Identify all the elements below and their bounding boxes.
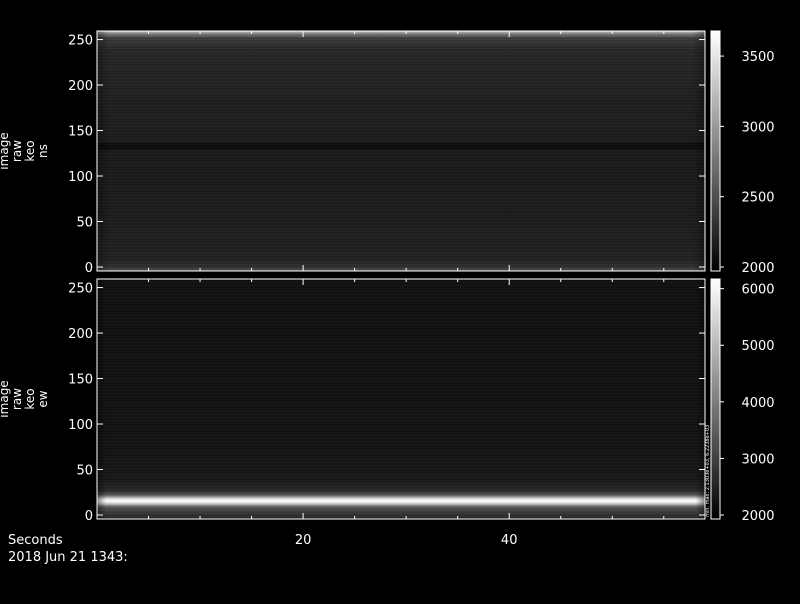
colorbar-tick-label: 2000 xyxy=(741,509,774,524)
y-tick-label: 250 xyxy=(68,34,93,49)
keogram-figure: 050100150200250image raw keo ns200025003000… xyxy=(0,30,775,565)
y-tick-label: 200 xyxy=(68,79,93,94)
colorbar-tick-label: 4000 xyxy=(741,396,774,411)
y-tick-label: 100 xyxy=(68,170,93,185)
y-tick-label: 100 xyxy=(68,418,93,433)
y-tick-label: 250 xyxy=(68,282,93,297)
y-axis-label-word: raw xyxy=(10,388,24,410)
y-axis-label-word: raw xyxy=(10,140,24,162)
y-tick-label: 50 xyxy=(76,216,93,231)
y-tick-label: 0 xyxy=(85,509,93,524)
colorbar-tick-label: 2000 xyxy=(741,261,774,276)
keogram-panel-ew: 050100150200250image raw keo ew200030004000… xyxy=(0,278,775,524)
keogram-edge-shade xyxy=(97,279,705,519)
colorbar-tick-label: 3500 xyxy=(741,50,774,65)
x-axis-label: Seconds xyxy=(8,533,63,548)
colorbar-tick-label: 3000 xyxy=(741,120,774,135)
colorbar-tick-label: 3000 xyxy=(741,452,774,467)
x-tick-label: 40 xyxy=(501,533,518,548)
colorbar xyxy=(710,278,721,520)
x-tick-label: 20 xyxy=(295,533,312,548)
keogram-panel-ns: 050100150200250image raw keo ns200025003000… xyxy=(0,30,775,276)
panels: 050100150200250image raw keo ns200025003000… xyxy=(0,30,775,548)
y-tick-label: 200 xyxy=(68,327,93,342)
y-tick-label: 150 xyxy=(68,125,93,140)
timestamp-label: 2018 Jun 21 1343: xyxy=(8,550,128,565)
colorbar-tick-label: 6000 xyxy=(741,283,774,298)
y-axis-label-word: keo xyxy=(23,388,37,409)
keogram-edge-shade xyxy=(97,31,705,271)
colorbar xyxy=(710,30,721,272)
y-tick-label: 0 xyxy=(85,261,93,276)
y-axis-label-word: ns xyxy=(36,144,50,158)
colorbar-tick-label: 2500 xyxy=(741,191,774,206)
y-tick-label: 50 xyxy=(76,464,93,479)
y-axis-label-word: ew xyxy=(36,390,50,407)
colorbar-tick-label: 5000 xyxy=(741,339,774,354)
y-axis-label-word: keo xyxy=(23,140,37,161)
colorbar-minmax-label: min. max: 2.1303e+03, 6.2238e+03 xyxy=(705,425,711,517)
y-tick-label: 150 xyxy=(68,373,93,388)
